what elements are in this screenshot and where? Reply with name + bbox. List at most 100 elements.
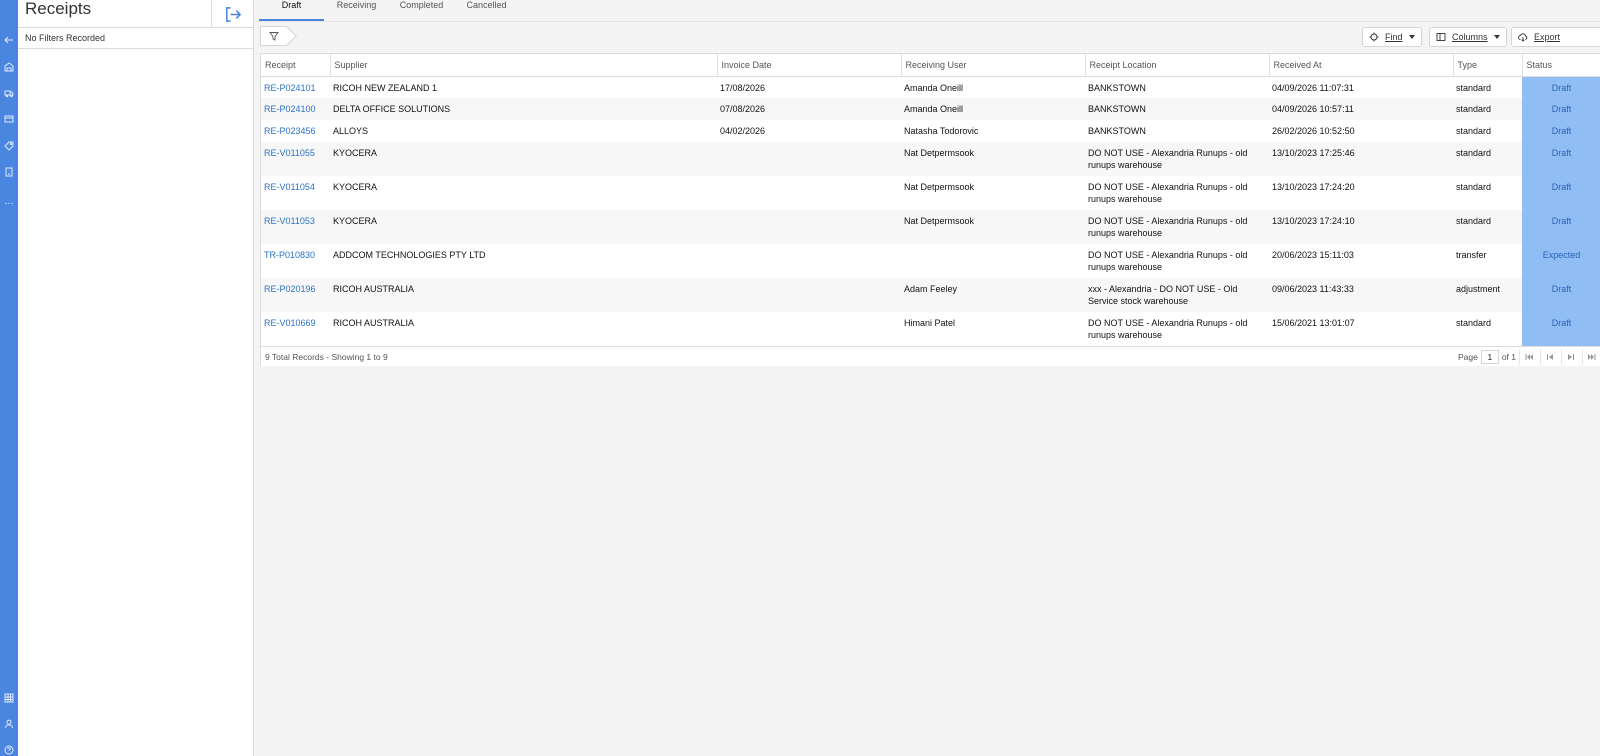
tabs-divider [255,21,1600,22]
column-header-type[interactable]: Type [1453,54,1523,77]
supplier-cell: ALLOYS [333,126,369,136]
truck-icon[interactable] [0,85,18,101]
type-cell: standard [1456,82,1492,93]
receipt-link[interactable]: RE-V011054 [261,176,330,210]
page-total: of 1 [1501,352,1516,362]
exit-button[interactable] [211,0,253,28]
user-icon[interactable] [0,716,18,732]
status-badge: Draft [1522,76,1600,98]
filters-summary: No Filters Recorded [18,28,253,49]
help-icon[interactable] [0,742,18,756]
receiving-user-cell: Adam Feeley [901,278,1085,312]
table-row[interactable]: RE-V010669 RICOH AUSTRALIA Himani Patel … [261,312,1600,346]
supplier-cell: KYOCERA [330,142,717,176]
invoice-date-cell [717,312,901,346]
receipt-location-cell: DO NOT USE - Alexandria Runups - old run… [1085,210,1269,244]
status-badge: Draft [1522,120,1600,142]
grid-footer: 9 Total Records - Showing 1 to 9 Page 1 … [261,346,1600,366]
receipt-link[interactable]: RE-P024100 [261,98,330,120]
type-cell: standard [1456,182,1492,192]
back-arrow-icon[interactable] [0,32,18,48]
first-page-button[interactable] [1519,349,1537,365]
type-cell: standard [1453,142,1522,176]
supplier-cell: KYOCERA [330,210,717,244]
column-header-supplier[interactable]: Supplier [330,54,718,77]
export-label: Export [1534,32,1561,42]
table-row[interactable]: RE-P020196 RICOH AUSTRALIA Adam Feeley x… [261,278,1600,312]
receipt-link[interactable]: RE-P023456 [261,120,330,142]
invoice-date-cell [717,142,901,176]
invoice-date-cell [717,176,901,210]
record-count: 9 Total Records - Showing 1 to 9 [265,352,388,362]
header-row: Receipt Supplier Invoice Date Receiving … [261,54,1600,77]
receiving-user-cell: Natasha Todorovic [904,126,979,136]
invoice-date-cell: 17/08/2026 [720,82,766,93]
receipt-link[interactable]: RE-V010669 [261,312,330,346]
supplier-cell: RICOH AUSTRALIA [333,318,415,328]
tab-receiving[interactable]: Receiving [324,0,389,21]
status-tabs: Draft Receiving Completed Cancelled [259,0,519,21]
receipt-link[interactable]: RE-P024101 [261,76,330,98]
page-title: Receipts [25,0,92,18]
tag-icon[interactable] [0,138,18,154]
find-button[interactable]: Find [1362,27,1422,47]
column-header-receipt-location[interactable]: Receipt Location [1085,54,1270,77]
columns-button[interactable]: Columns [1429,27,1507,47]
next-page-button[interactable] [1561,349,1579,365]
receipt-location-cell: DO NOT USE - Alexandria Runups - old run… [1085,142,1269,176]
received-at-cell: 13/10/2023 17:25:46 [1269,142,1453,176]
prev-page-button[interactable] [1540,349,1558,365]
receipt-link[interactable]: RE-V011055 [261,142,330,176]
grid-icon[interactable] [0,690,18,706]
supplier-cell: KYOCERA [333,182,378,192]
filter-sidebar: Receipts No Filters Recorded [18,0,254,756]
table-row[interactable]: TR-P010830 ADDCOM TECHNOLOGIES PTY LTD D… [261,244,1600,278]
type-cell: standard [1453,210,1522,244]
invoice-date-cell [717,210,901,244]
column-header-received-at[interactable]: Received At [1269,54,1454,77]
column-header-invoice-date[interactable]: Invoice Date [717,54,902,77]
received-at-cell: 20/06/2023 15:11:03 [1272,250,1354,260]
page-number-input[interactable]: 1 [1480,350,1499,364]
type-cell: adjustment [1453,278,1522,312]
table-row[interactable]: RE-P024100 DELTA OFFICE SOLUTIONS 07/08/… [261,98,1600,120]
building-icon[interactable] [0,164,18,180]
tab-completed[interactable]: Completed [389,0,454,21]
received-at-cell: 13/10/2023 17:24:10 [1269,210,1453,244]
card-icon[interactable] [0,111,18,127]
column-header-status[interactable]: Status [1522,54,1600,77]
type-cell: transfer [1456,250,1487,260]
table-row[interactable]: RE-V011054 KYOCERA Nat Detpermsook DO NO… [261,176,1600,210]
filter-button[interactable] [260,26,288,46]
warehouse-icon[interactable] [0,59,18,75]
supplier-cell: ADDCOM TECHNOLOGIES PTY LTD [333,250,486,260]
table-row[interactable]: RE-P023456 ALLOYS 04/02/2026 Natasha Tod… [261,120,1600,142]
table-row[interactable]: RE-V011055 KYOCERA Nat Detpermsook DO NO… [261,142,1600,176]
export-button[interactable]: Export [1511,27,1600,47]
receiving-user-cell: Nat Detpermsook [901,142,1085,176]
receipt-location-cell: BANKSTOWN [1085,98,1269,120]
logout-icon [226,6,242,22]
main-content: Draft Receiving Completed Cancelled Find… [255,0,1600,756]
received-at-cell: 15/06/2021 13:01:07 [1272,318,1355,328]
receipt-link[interactable]: RE-P020196 [261,278,330,312]
supplier-cell: RICOH AUSTRALIA [330,278,717,312]
last-page-button[interactable] [1582,349,1600,365]
invoice-date-cell [717,278,901,312]
column-header-receiving-user[interactable]: Receiving User [901,54,1086,77]
invoice-date-cell [717,244,901,278]
table-row[interactable]: RE-P024101 RICOH NEW ZEALAND 1 17/08/202… [261,76,1600,98]
column-header-receipt[interactable]: Receipt [261,54,331,77]
app-rail: … [0,0,18,756]
tab-draft[interactable]: Draft [259,0,324,21]
supplier-cell: RICOH NEW ZEALAND 1 [333,82,438,93]
tab-cancelled[interactable]: Cancelled [454,0,519,21]
more-icon[interactable]: … [0,194,18,210]
status-badge: Draft [1522,142,1600,176]
status-badge: Expected [1522,244,1600,278]
prev-page-icon [1546,354,1553,360]
received-at-cell: 04/09/2026 11:07:31 [1272,82,1354,93]
receipt-link[interactable]: TR-P010830 [261,244,330,278]
table-row[interactable]: RE-V011053 KYOCERA Nat Detpermsook DO NO… [261,210,1600,244]
receipt-link[interactable]: RE-V011053 [261,210,330,244]
